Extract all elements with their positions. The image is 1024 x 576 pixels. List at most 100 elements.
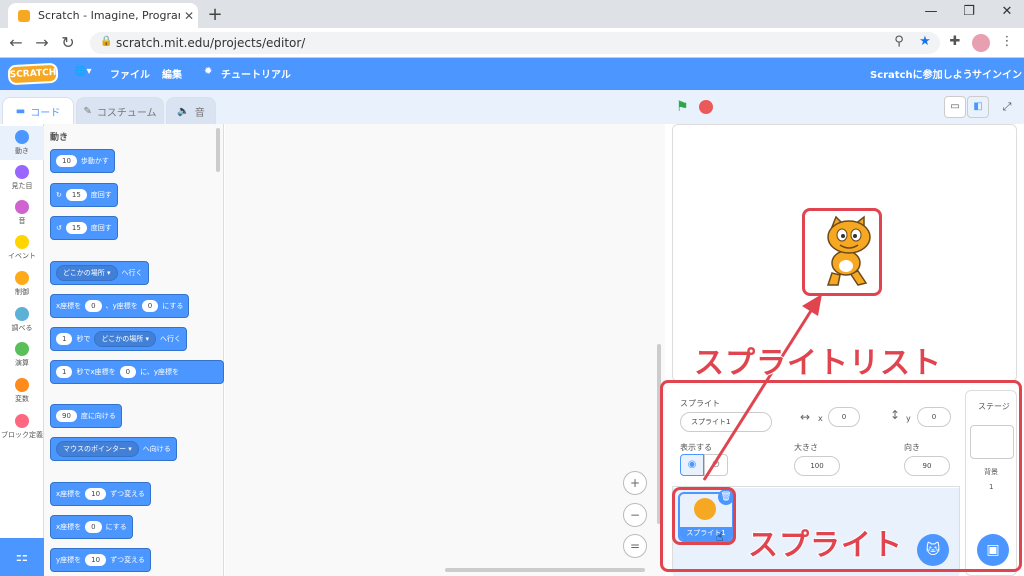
zoom-reset-icon[interactable]: = [623, 534, 647, 558]
block-point-direction[interactable]: 90 度に向ける [50, 404, 122, 428]
category-motion[interactable]: 動き [0, 126, 44, 160]
glide-xy-secs-input[interactable]: 1 [56, 366, 73, 378]
category-my-blocks[interactable]: ブロック定義 [0, 414, 44, 440]
zoom-out-icon[interactable]: − [623, 503, 647, 527]
join-scratch-link[interactable]: Scratchに参加しよう [870, 66, 973, 81]
block-text: x座標を [56, 302, 82, 310]
block-change-y[interactable]: y座標を 10 ずつ変える [50, 548, 151, 572]
url-text: scratch.mit.edu/projects/editor/ [116, 36, 306, 50]
block-text: 度に向ける [80, 412, 116, 420]
tutorial-lightbulb-icon: ✹ [204, 66, 213, 77]
block-text: x座標を [56, 523, 82, 531]
block-goto-xy[interactable]: x座標を 0 、y座標を 0 にする [50, 294, 190, 318]
category-dot [15, 342, 29, 356]
change-x-input[interactable]: 10 [85, 488, 107, 500]
block-text: 、y座標を [105, 302, 138, 310]
turn-right-input[interactable]: 15 [65, 189, 87, 201]
block-text: にする [162, 302, 184, 310]
new-tab-button[interactable]: + [205, 4, 225, 25]
category-dot [15, 165, 29, 179]
stop-icon[interactable] [699, 100, 713, 114]
turn-left-input[interactable]: 15 [65, 222, 87, 234]
restore-button[interactable]: ❐ [958, 4, 980, 19]
back-icon[interactable]: ← [6, 33, 26, 52]
block-change-x[interactable]: x座標を 10 ずつ変える [50, 482, 151, 506]
palette-section-title: 動き [50, 133, 69, 143]
url-field[interactable]: 🔒 scratch.mit.edu/projects/editor/ [90, 32, 940, 54]
browser-tab[interactable]: Scratch - Imagine, Program, Shar ✕ [8, 3, 198, 28]
bookmark-star-icon[interactable]: ★ [916, 34, 934, 49]
block-text: へ向ける [142, 445, 171, 453]
tab-title: Scratch - Imagine, Program, Shar [38, 9, 180, 22]
block-turn-right[interactable]: ↻ 15 度回す [50, 183, 118, 207]
tab-code[interactable]: ▬ コード [2, 97, 74, 124]
minimize-button[interactable]: — [920, 4, 942, 19]
block-move-steps[interactable]: 10 歩動かす [50, 149, 115, 173]
normal-stage-icon[interactable]: ◧ [967, 96, 989, 118]
block-point-towards[interactable]: マウスのポインター ▾ へ向ける [50, 437, 177, 461]
glide-secs-input[interactable]: 1 [56, 333, 73, 345]
more-menu-icon[interactable]: ⋮ [998, 34, 1016, 49]
file-menu[interactable]: ファイル [110, 66, 150, 81]
script-horizontal-scrollbar[interactable] [445, 568, 645, 572]
add-extension-button[interactable]: ⚏ [0, 538, 44, 576]
block-text: に、y座標を [140, 368, 180, 376]
tab-close-icon[interactable]: ✕ [180, 9, 198, 23]
category-dot [15, 130, 29, 144]
tab-costumes[interactable]: ✎ コスチューム [76, 97, 164, 124]
script-area[interactable]: + − = [225, 124, 665, 576]
goto-x-input[interactable]: 0 [85, 300, 102, 312]
block-text: y座標を [56, 556, 82, 564]
set-x-input[interactable]: 0 [85, 521, 102, 533]
profile-avatar[interactable] [972, 34, 990, 52]
category-control[interactable]: 制御 [0, 271, 44, 297]
category-operators[interactable]: 演算 [0, 342, 44, 368]
block-text: 秒でx座標を [76, 368, 116, 376]
point-towards-dropdown[interactable]: マウスのポインター ▾ [56, 441, 139, 457]
fullscreen-icon[interactable]: ⤢ [996, 96, 1018, 118]
goto-dropdown[interactable]: どこかの場所 ▾ [56, 265, 118, 281]
palette-scrollbar[interactable] [216, 128, 220, 172]
sprite-highlight-box [802, 208, 882, 296]
close-window-button[interactable]: ✕ [996, 4, 1018, 19]
category-menu: 動き 見た目 音 イベント 制御 調べる 演算 変数 ブロック定義 ⚏ [0, 124, 44, 576]
zoom-in-icon[interactable]: + [623, 471, 647, 495]
category-sound[interactable]: 音 [0, 200, 44, 226]
code-icon: ▬ [15, 105, 26, 117]
block-set-x[interactable]: x座標を 0 にする [50, 515, 133, 539]
category-variables[interactable]: 変数 [0, 378, 44, 404]
green-flag-icon[interactable]: ⚑ [676, 99, 689, 115]
block-palette: 動き 10 歩動かす ↻ 15 度回す ↺ 15 度回す どこかの場所 ▾ へ行… [44, 124, 224, 576]
change-y-input[interactable]: 10 [85, 554, 107, 566]
reload-icon[interactable]: ↻ [58, 33, 78, 52]
block-text: へ行く [121, 269, 143, 277]
glide-x-input[interactable]: 0 [119, 366, 137, 378]
glide-dropdown[interactable]: どこかの場所 ▾ [94, 331, 156, 347]
block-glide-xy[interactable]: 1 秒でx座標を 0 に、y座標を [50, 360, 224, 384]
category-looks[interactable]: 見た目 [0, 165, 44, 191]
goto-y-input[interactable]: 0 [141, 300, 159, 312]
category-sensing[interactable]: 調べる [0, 307, 44, 333]
sprite-list-annotation: スプライトリスト [693, 345, 942, 382]
block-text: ずつ変える [110, 556, 145, 564]
sprite-thumb-highlight-box [672, 487, 736, 545]
scratch-logo[interactable]: SCRATCH [7, 62, 59, 86]
tab-sounds[interactable]: 🔈 音 [166, 97, 216, 124]
forward-icon[interactable]: → [32, 33, 52, 52]
block-goto[interactable]: どこかの場所 ▾ へ行く [50, 261, 149, 285]
speaker-icon: 🔈 [177, 105, 190, 117]
language-menu[interactable]: 🌐▾ [74, 66, 91, 77]
signin-link[interactable]: サインイン [972, 66, 1022, 81]
move-steps-input[interactable]: 10 [56, 155, 77, 167]
category-events[interactable]: イベント [0, 235, 44, 261]
edit-menu[interactable]: 編集 [162, 66, 182, 81]
small-stage-icon[interactable]: ▭ [944, 96, 966, 118]
zoom-icon[interactable]: ⚲ [890, 34, 908, 49]
category-dot [15, 271, 29, 285]
extensions-icon[interactable]: ✚ [946, 34, 964, 49]
direction-input[interactable]: 90 [56, 410, 77, 422]
block-glide-to[interactable]: 1 秒で どこかの場所 ▾ へ行く [50, 327, 187, 351]
block-text: ずつ変える [110, 490, 145, 498]
tutorial-menu[interactable]: チュートリアル [221, 66, 291, 81]
block-turn-left[interactable]: ↺ 15 度回す [50, 216, 118, 240]
